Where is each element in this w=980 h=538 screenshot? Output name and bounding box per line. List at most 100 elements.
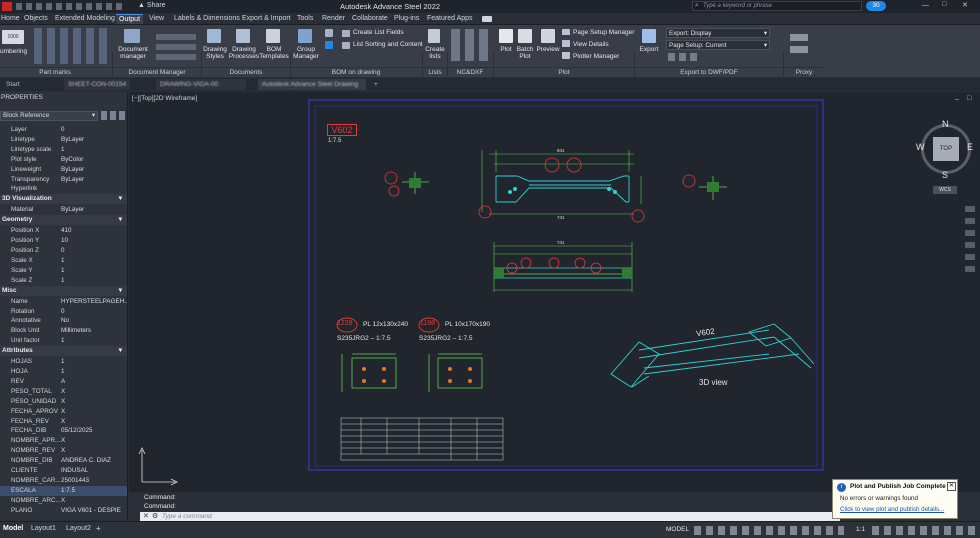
drawing-processes-icon[interactable]: [236, 29, 250, 43]
plot-icon[interactable]: [499, 29, 513, 43]
section-attributes[interactable]: Attributes ▾: [0, 346, 127, 357]
geometry-row[interactable]: Position Y 10: [0, 236, 127, 246]
plot-button[interactable]: Plot: [496, 46, 516, 53]
quick-select-icons[interactable]: [101, 111, 125, 120]
property-value[interactable]: 1: [61, 256, 65, 266]
property-value[interactable]: 1: [61, 145, 65, 155]
drawing-canvas[interactable]: [−][Top][2D Wireframe] – □ V602 1:7.5 94…: [129, 92, 980, 492]
preview-icon[interactable]: [541, 29, 555, 43]
plotter-manager-button[interactable]: Plotter Manager: [573, 53, 619, 60]
misc-row[interactable]: Rotation 0: [0, 307, 127, 317]
tab-home[interactable]: Home: [1, 14, 20, 24]
property-value[interactable]: 410: [61, 226, 72, 236]
compass-west[interactable]: W: [916, 142, 925, 152]
property-value[interactable]: 0: [61, 307, 65, 317]
drafting-toggles[interactable]: [694, 526, 844, 535]
batch-plot-icon[interactable]: [518, 29, 532, 43]
general-row[interactable]: Plot style ByColor: [0, 155, 127, 165]
property-value[interactable]: ANDREA C. DIAZ: [61, 456, 111, 466]
wcs-menu[interactable]: WCS: [933, 186, 957, 194]
minimize-button[interactable]: —: [922, 2, 929, 9]
attribute-row[interactable]: NOMBRE_CAR... 25001443: [0, 476, 127, 486]
batch-plot-button[interactable]: Batch Plot: [514, 46, 536, 60]
misc-row[interactable]: Unit factor 1: [0, 336, 127, 346]
tab-tools[interactable]: Tools: [297, 14, 313, 24]
property-value[interactable]: X: [61, 387, 65, 397]
attribute-row[interactable]: NOMBRE_DIB ANDREA C. DIAZ: [0, 456, 127, 466]
tab-labels-dimensions[interactable]: Labels & Dimensions: [174, 14, 240, 24]
annotation-scale[interactable]: 1:1: [856, 526, 865, 533]
geometry-row[interactable]: Scale Z 1: [0, 276, 127, 286]
geometry-row[interactable]: Position Z 0: [0, 246, 127, 256]
user-badge[interactable]: 30: [866, 1, 886, 11]
misc-row[interactable]: Block Unit Millimeters: [0, 326, 127, 336]
app-logo[interactable]: [2, 2, 12, 11]
collapse-icon[interactable]: ▾: [119, 346, 122, 356]
property-value[interactable]: ByLayer: [61, 135, 84, 145]
geometry-row[interactable]: Scale X 1: [0, 256, 127, 266]
attribute-row[interactable]: ESCALA 1:7.5: [0, 485, 127, 496]
drawing-processes-button[interactable]: Drawing Processes: [228, 46, 260, 60]
property-value[interactable]: X: [61, 436, 65, 446]
tab-collaborate[interactable]: Collaborate: [352, 14, 388, 24]
share-button[interactable]: ▲ Share: [138, 2, 166, 9]
property-value[interactable]: 1: [61, 367, 65, 377]
section-misc[interactable]: Misc ▾: [0, 285, 127, 296]
property-value[interactable]: 1:7.5: [61, 486, 75, 496]
tab-objects[interactable]: Objects: [24, 14, 48, 24]
property-value[interactable]: X: [61, 496, 65, 506]
export-icon[interactable]: [642, 29, 656, 43]
tab-featured-apps[interactable]: Featured Apps: [427, 14, 473, 24]
collapse-icon[interactable]: ▾: [119, 215, 122, 225]
collapse-icon[interactable]: ▾: [119, 286, 122, 296]
viz-row[interactable]: Material ByLayer: [0, 205, 127, 215]
property-value[interactable]: ByLayer: [61, 175, 84, 185]
model-space-button[interactable]: MODEL: [666, 526, 689, 533]
status-tray-icons[interactable]: [872, 526, 976, 535]
general-row[interactable]: Layer 0: [0, 125, 127, 135]
numbering-button[interactable]: umbering: [0, 48, 27, 55]
attribute-row[interactable]: FECHA_APROV X: [0, 407, 127, 417]
document-manager-icon[interactable]: [124, 29, 140, 43]
create-lists-button[interactable]: Create lists: [424, 46, 446, 60]
tab-export-import[interactable]: Export & Import: [242, 14, 291, 24]
property-value[interactable]: 05/12/2025: [61, 426, 93, 436]
property-value[interactable]: X: [61, 446, 65, 456]
misc-row[interactable]: Annotative No: [0, 316, 127, 326]
property-value[interactable]: 25001443: [61, 476, 89, 486]
misc-row[interactable]: Name HYPERSTEELPAGEH...: [0, 297, 127, 307]
geometry-row[interactable]: Scale Y 1: [0, 266, 127, 276]
navigation-bar[interactable]: [965, 202, 977, 282]
property-value[interactable]: ByLayer: [61, 165, 84, 175]
bom-extra-icon[interactable]: [325, 41, 333, 49]
property-value[interactable]: 10: [61, 236, 68, 246]
view-details-button[interactable]: View Details: [573, 41, 609, 48]
tab-file-3[interactable]: Autodesk Advance Steel Drawing: [258, 79, 366, 90]
preview-button[interactable]: Preview: [535, 46, 561, 53]
property-value[interactable]: HYPERSTEELPAGEH...: [61, 297, 127, 307]
page-setup-select[interactable]: Page Setup: Current ▾: [666, 40, 770, 50]
section-3d-visualization[interactable]: 3D Visualization ▾: [0, 194, 127, 205]
property-value[interactable]: VIGA V601 - DESPIE: [61, 506, 121, 516]
tab-extended-modeling[interactable]: Extended Modeling: [55, 14, 115, 24]
attribute-row[interactable]: REV A: [0, 377, 127, 387]
list-sorting-button[interactable]: List Sorting and Content: [353, 41, 423, 48]
proxy-tools[interactable]: [790, 33, 808, 53]
general-row[interactable]: Hyperlink: [0, 184, 127, 194]
tab-layout1[interactable]: Layout1: [31, 525, 56, 532]
general-row[interactable]: Linetype ByLayer: [0, 135, 127, 145]
tab-plug-ins[interactable]: Plug-ins: [394, 14, 419, 24]
maximize-button[interactable]: □: [942, 1, 946, 8]
command-settings-icon[interactable]: ⚙: [152, 512, 158, 520]
export-button[interactable]: Export: [637, 46, 661, 53]
general-row[interactable]: Linetype scale 1: [0, 145, 127, 155]
viewcube-face-top[interactable]: TOP: [933, 137, 959, 161]
attribute-row[interactable]: PESO_UNIDAD X: [0, 397, 127, 407]
property-value[interactable]: No: [61, 316, 69, 326]
property-value[interactable]: 1: [61, 276, 65, 286]
numbering-icon[interactable]: 1000: [2, 30, 24, 44]
attribute-row[interactable]: NOMBRE_ARC... X: [0, 496, 127, 506]
ribbon-toggle-icon[interactable]: [482, 16, 492, 22]
export-small-icons[interactable]: [668, 53, 698, 61]
tab-render[interactable]: Render: [322, 14, 345, 24]
